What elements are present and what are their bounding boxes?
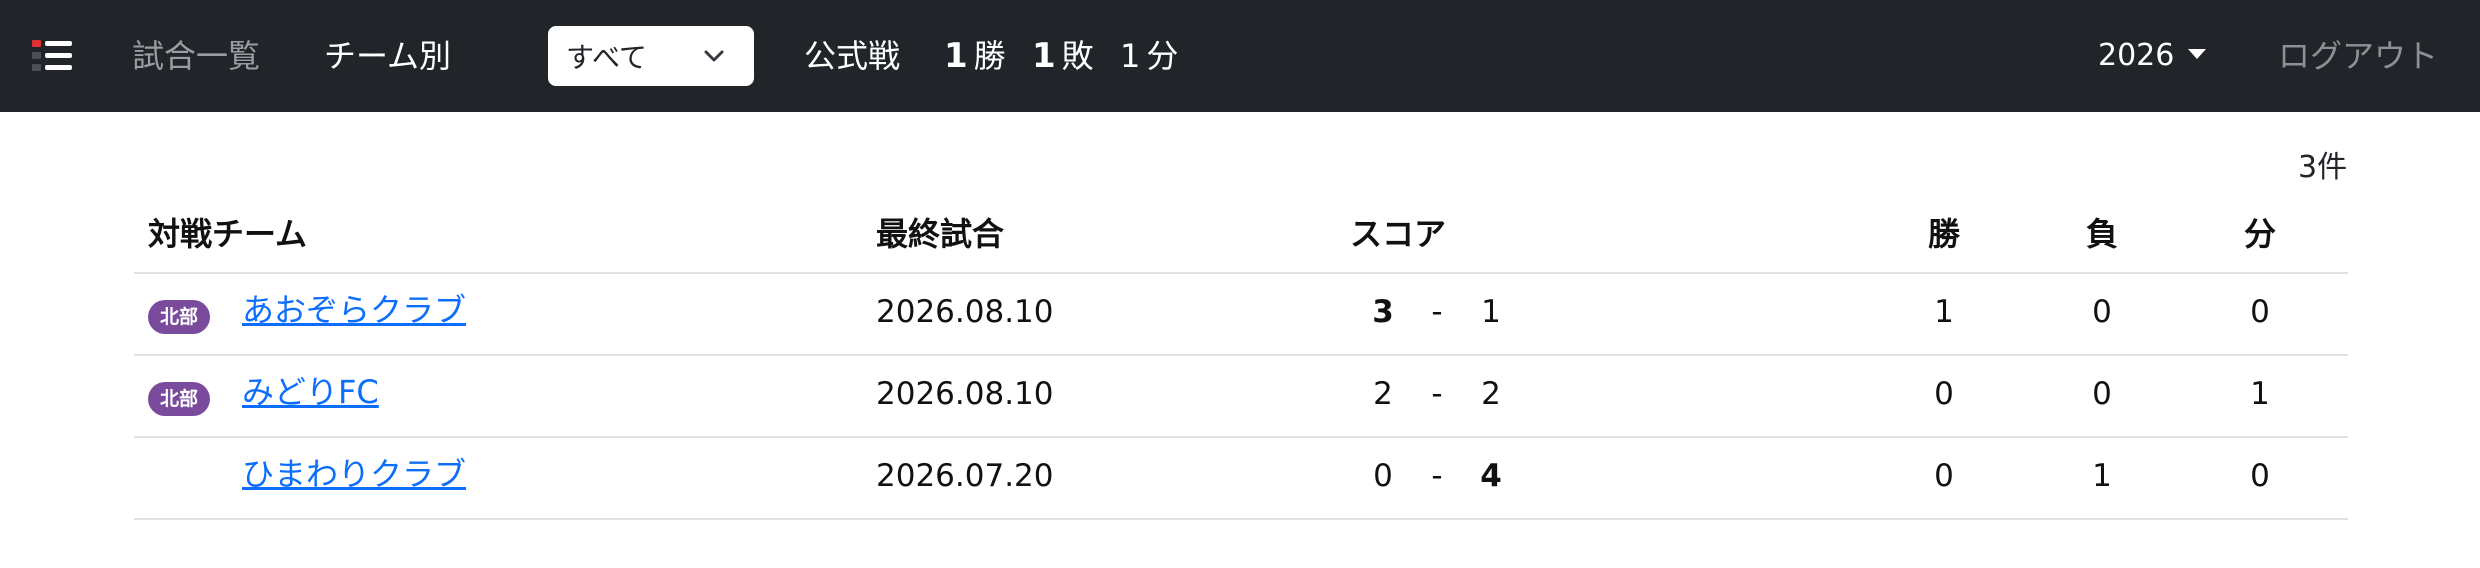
nav-by-team[interactable]: チーム別: [324, 32, 451, 80]
loss-count: 0: [2092, 376, 2112, 412]
score-home: 3: [1372, 294, 1394, 330]
record-draws: 1分: [1120, 32, 1178, 80]
score-separator: -: [1431, 458, 1443, 494]
draw-count: 0: [2250, 294, 2270, 330]
wins-count: 1: [944, 36, 968, 76]
header-loss: 負: [2085, 215, 2118, 253]
score-away: 1: [1481, 294, 1501, 330]
region-badge: 北部: [148, 382, 210, 416]
record-wins: 1勝: [944, 32, 1006, 80]
header-draw: 分: [2243, 215, 2276, 253]
last-match-date: 2026.08.10: [876, 294, 1054, 330]
header-win: 勝: [1927, 215, 1960, 253]
win-count: 1: [1934, 294, 1954, 330]
team-link[interactable]: ひまわりクラブ: [242, 450, 466, 498]
loss-count: 1: [2092, 458, 2112, 494]
region-badge: 北部: [148, 300, 210, 334]
match-type-select[interactable]: すべて: [548, 26, 754, 86]
win-count: 0: [1934, 376, 1954, 412]
score-away: 2: [1481, 376, 1501, 412]
record-label: 公式戦: [804, 37, 901, 75]
score-separator: -: [1431, 376, 1443, 412]
nav-match-list[interactable]: 試合一覧: [132, 32, 260, 80]
win-count: 0: [1934, 458, 1954, 494]
header-score: スコア: [1350, 215, 1447, 253]
team-link[interactable]: みどりFC: [242, 368, 379, 416]
draw-count: 1: [2250, 376, 2270, 412]
header-team: 対戦チーム: [148, 215, 308, 253]
last-match-date: 2026.08.10: [876, 376, 1054, 412]
team-link[interactable]: あおぞらクラブ: [242, 286, 466, 334]
loss-count: 0: [2092, 294, 2112, 330]
losses-unit: 敗: [1061, 37, 1094, 75]
table-row: 北部 あおぞらクラブ 2026.08.10 3 - 1 1 0 0: [134, 274, 2348, 356]
record-losses: 1敗: [1032, 32, 1094, 80]
draws-count: 1: [1120, 37, 1141, 75]
score-separator: -: [1431, 294, 1443, 330]
top-navbar: 試合一覧 チーム別 すべて 公式戦 1勝 1敗 1分 2026 ログアウト: [0, 0, 2480, 112]
score-away: 4: [1480, 458, 1502, 494]
logout-link[interactable]: ログアウト: [2278, 32, 2438, 80]
table-row: ひまわりクラブ 2026.07.20 0 - 4 0 1 0: [134, 438, 2348, 520]
losses-count: 1: [1032, 36, 1056, 76]
last-match-date: 2026.07.20: [876, 458, 1054, 494]
caret-down-icon: [2188, 48, 2207, 59]
year-value: 2026: [2098, 38, 2175, 73]
score-home: 0: [1373, 458, 1393, 494]
score-home: 2: [1373, 376, 1393, 412]
wins-unit: 勝: [973, 37, 1006, 75]
select-value: すべて: [566, 41, 647, 74]
chevron-down-icon: [704, 50, 724, 62]
draws-unit: 分: [1146, 37, 1179, 75]
draw-count: 0: [2250, 458, 2270, 494]
table-row: 北部 みどりFC 2026.08.10 2 - 2 0 0 1: [134, 356, 2348, 438]
team-table: 対戦チーム 最終試合 スコア 勝 負 分 北部 あおぞらクラブ 2026.08.…: [134, 198, 2348, 520]
table-header: 対戦チーム 最終試合 スコア 勝 負 分: [134, 198, 2348, 274]
list-menu-icon[interactable]: [32, 38, 76, 74]
header-last-match: 最終試合: [876, 215, 1005, 253]
year-dropdown[interactable]: 2026: [2098, 32, 2207, 80]
result-count: 3件: [2298, 150, 2348, 185]
